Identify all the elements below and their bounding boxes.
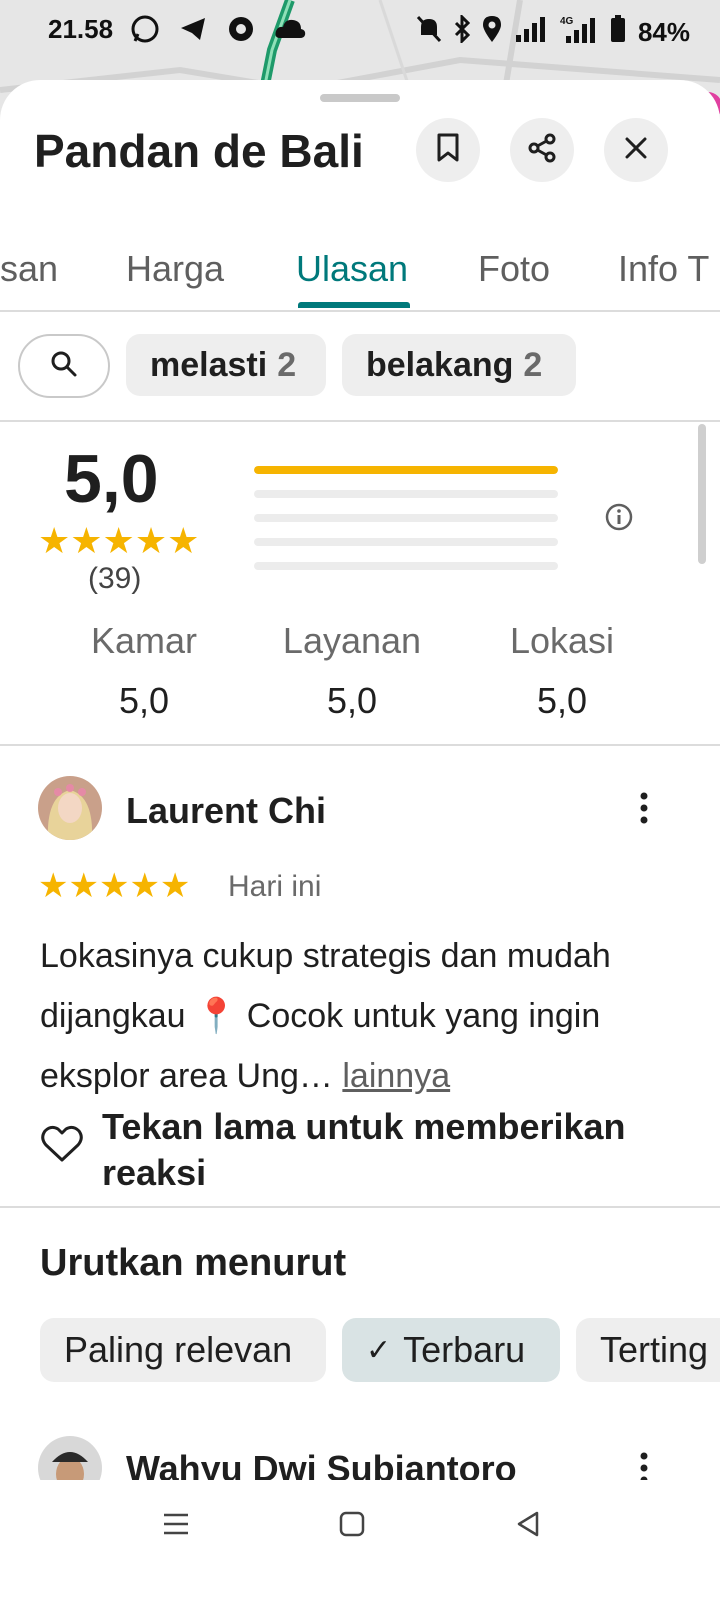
drag-handle[interactable] (320, 94, 400, 102)
close-button[interactable] (604, 118, 668, 182)
cloud-icon (274, 16, 306, 47)
category-rating-layanan: Layanan 5,0 (262, 620, 442, 722)
whatsapp-icon (130, 14, 160, 49)
system-nav-bar (0, 1480, 720, 1600)
search-icon (50, 350, 78, 383)
category-value: 5,0 (118, 680, 170, 721)
filter-chip-belakang[interactable]: belakang 2 (342, 334, 576, 396)
battery-percent: 84% (637, 17, 690, 47)
rating-bar-3 (254, 514, 558, 522)
share-button[interactable] (510, 118, 574, 182)
review-count: (39) (88, 562, 142, 595)
review-filter-row: melasti 2 belakang 2 (0, 332, 720, 402)
share-icon (527, 133, 557, 168)
chip-label: belakang (366, 345, 514, 384)
battery-icon (610, 15, 626, 50)
tab-foto[interactable]: Foto (478, 230, 550, 308)
heart-icon[interactable] (40, 1124, 84, 1169)
category-label: Lokasi (509, 620, 615, 661)
status-bar: 21.58 4G 84% (0, 0, 720, 64)
tab-ulasan[interactable]: Ulasan (296, 230, 408, 308)
rating-bar-1 (254, 562, 558, 570)
signal-icon (514, 15, 548, 50)
place-tabs: san Harga Ulasan Foto Info T (0, 230, 720, 312)
bluetooth-icon (454, 13, 471, 50)
place-title: Pandan de Bali (34, 125, 364, 177)
overall-rating: 5,0 (64, 441, 159, 517)
review-text: Lokasinya cukup strategis dan mudah dija… (40, 926, 680, 1106)
category-value: 5,0 (536, 680, 588, 721)
sort-chip-terbaru[interactable]: ✓ Terbaru (342, 1318, 560, 1382)
more-options-icon[interactable] (632, 788, 656, 833)
avatar[interactable] (38, 776, 102, 840)
divider (0, 744, 720, 746)
read-more-link[interactable]: lainnya (342, 1057, 450, 1095)
category-label: Layanan (282, 620, 422, 661)
scrollbar-thumb[interactable] (698, 424, 706, 564)
info-icon[interactable] (604, 502, 634, 537)
reviewer-name[interactable]: Laurent Chi (126, 790, 326, 832)
location-icon (482, 15, 502, 50)
category-rating-lokasi: Lokasi 5,0 (472, 620, 652, 722)
tab-harga[interactable]: Harga (126, 230, 224, 308)
review-date: Hari ini (228, 870, 322, 903)
rating-distribution (254, 466, 558, 586)
recent-apps-button[interactable] (156, 1506, 196, 1546)
filter-chip-melasti[interactable]: melasti 2 (126, 334, 326, 396)
chip-count: 2 (277, 345, 297, 384)
bookmark-icon (435, 133, 461, 168)
sort-title: Urutkan menurut (40, 1242, 347, 1284)
square-icon (339, 1511, 365, 1542)
mute-notifications-icon (416, 15, 442, 50)
status-time: 21.58 (48, 14, 114, 44)
rating-bar-fill (254, 466, 558, 474)
save-button[interactable] (416, 118, 480, 182)
review-body: Lokasinya cukup strategis dan mudah dija… (40, 937, 611, 1095)
sort-chip-relevan[interactable]: Paling relevan (40, 1318, 326, 1382)
review-stars: ★★★★★ (38, 867, 191, 905)
back-button[interactable] (508, 1506, 548, 1546)
aperture-icon (226, 14, 256, 49)
close-icon (624, 136, 648, 165)
sort-chip-label: Terbaru (403, 1329, 526, 1370)
active-tab-indicator (298, 302, 410, 308)
signal-4g-icon: 4G (560, 14, 598, 51)
divider (0, 1206, 720, 1208)
telegram-icon (178, 14, 208, 49)
sort-chip-tertinggi[interactable]: Terting (576, 1318, 720, 1382)
back-triangle-icon (515, 1510, 541, 1543)
place-sheet: Pandan de Bali san Harga Ulasan Foto Inf… (0, 80, 720, 1520)
category-rating-kamar: Kamar 5,0 (54, 620, 234, 722)
tab-partial-left[interactable]: san (0, 230, 58, 308)
check-icon: ✓ (366, 1333, 392, 1367)
menu-lines-icon (162, 1512, 190, 1541)
category-value: 5,0 (326, 680, 378, 721)
search-reviews-button[interactable] (18, 334, 110, 398)
chip-count: 2 (523, 345, 543, 384)
rating-bar-5 (254, 466, 558, 474)
category-label: Kamar (90, 620, 198, 661)
svg-text:4G: 4G (560, 16, 574, 27)
rating-bar-2 (254, 538, 558, 546)
rating-bar-4 (254, 490, 558, 498)
chip-label: melasti (150, 345, 268, 384)
overall-stars: ★★★★★ (38, 520, 200, 561)
home-button[interactable] (332, 1506, 372, 1546)
reaction-hint: Tekan lama untuk memberikan reaksi (102, 1106, 626, 1193)
divider (0, 420, 720, 422)
tab-info[interactable]: Info T (618, 230, 709, 308)
